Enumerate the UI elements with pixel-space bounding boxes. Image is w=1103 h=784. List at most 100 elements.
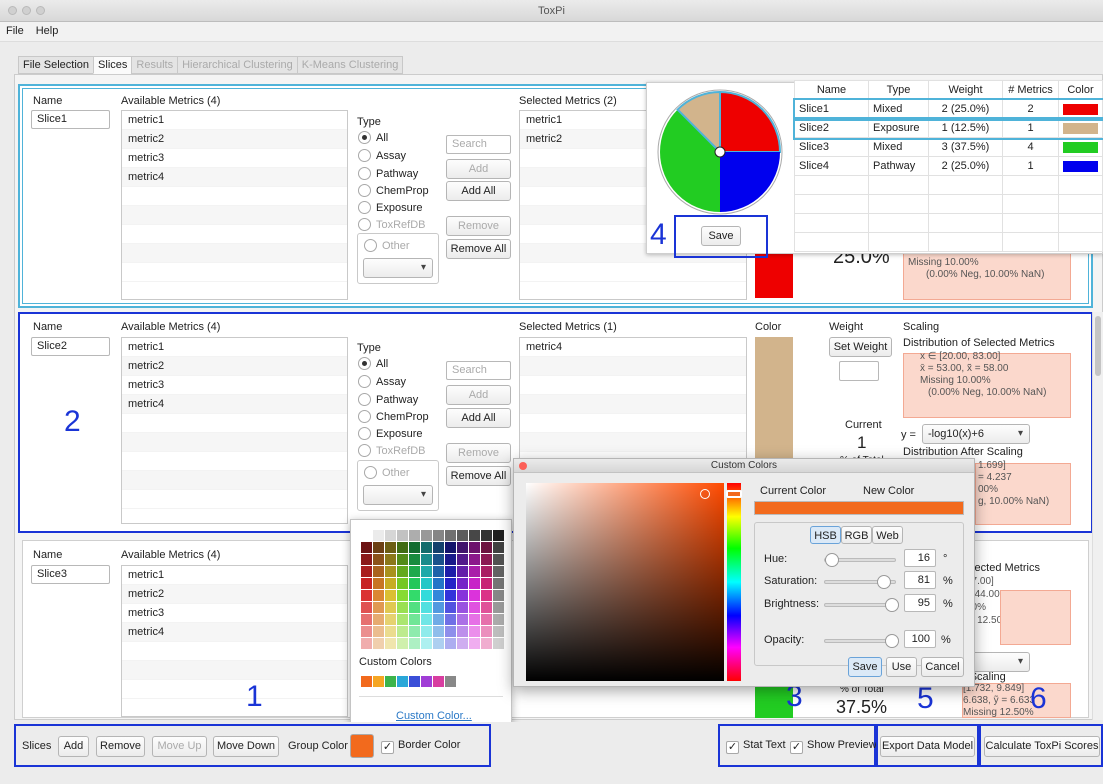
- list-item[interactable]: metric2: [122, 585, 347, 604]
- saturation-brightness-area[interactable]: [526, 483, 724, 681]
- custom-color-link[interactable]: Custom Color...: [396, 710, 472, 722]
- palette-swatch[interactable]: [433, 566, 444, 577]
- palette-swatch[interactable]: [361, 614, 372, 625]
- slice2-set-weight-button[interactable]: Set Weight: [829, 337, 892, 357]
- slice1-other-select[interactable]: [363, 258, 433, 278]
- palette-swatch[interactable]: [361, 542, 372, 553]
- palette-swatch[interactable]: [445, 530, 456, 541]
- color-picker-cursor[interactable]: [700, 489, 710, 499]
- palette-swatch[interactable]: [481, 614, 492, 625]
- slice2-remove-button[interactable]: Remove: [446, 443, 511, 463]
- slice2-add-button[interactable]: Add: [446, 385, 511, 405]
- palette-swatch[interactable]: [361, 590, 372, 601]
- palette-swatch[interactable]: [469, 602, 480, 613]
- palette-swatch[interactable]: [433, 590, 444, 601]
- col-name[interactable]: Name: [794, 80, 869, 100]
- list-item[interactable]: metric1: [122, 111, 347, 130]
- slice1-type-other-radio[interactable]: Other: [364, 239, 410, 252]
- palette-swatch[interactable]: [361, 566, 372, 577]
- stat-text-checkbox[interactable]: ✓ Stat Text: [726, 739, 786, 754]
- palette-swatch[interactable]: [469, 590, 480, 601]
- palette-swatch[interactable]: [373, 530, 384, 541]
- vertical-scrollbar[interactable]: [1092, 312, 1103, 720]
- palette-swatch[interactable]: [421, 590, 432, 601]
- palette-swatch[interactable]: [481, 626, 492, 637]
- palette-swatch[interactable]: [433, 626, 444, 637]
- table-row[interactable]: Slice4 Pathway 2 (25.0%) 1: [794, 156, 1103, 176]
- menu-file[interactable]: File: [0, 22, 30, 40]
- palette-swatch[interactable]: [385, 542, 396, 553]
- palette-swatch[interactable]: [481, 566, 492, 577]
- color-palette-grid[interactable]: [361, 530, 504, 649]
- tab-file-selection[interactable]: File Selection: [18, 56, 95, 74]
- move-down-button[interactable]: Move Down: [213, 736, 279, 757]
- palette-swatch[interactable]: [433, 554, 444, 565]
- palette-swatch[interactable]: [433, 614, 444, 625]
- palette-swatch[interactable]: [385, 590, 396, 601]
- palette-swatch[interactable]: [409, 578, 420, 589]
- slice1-add-button[interactable]: Add: [446, 159, 511, 179]
- palette-swatch[interactable]: [421, 614, 432, 625]
- palette-swatch[interactable]: [361, 578, 372, 589]
- palette-swatch[interactable]: [445, 578, 456, 589]
- slice2-type-other-radio[interactable]: Other: [364, 466, 410, 479]
- palette-swatch[interactable]: [469, 626, 480, 637]
- palette-swatch[interactable]: [493, 638, 504, 649]
- move-up-button[interactable]: Move Up: [152, 736, 207, 757]
- palette-swatch[interactable]: [481, 530, 492, 541]
- palette-swatch[interactable]: [481, 638, 492, 649]
- list-item[interactable]: metric3: [122, 376, 347, 395]
- palette-swatch[interactable]: [373, 566, 384, 577]
- table-row[interactable]: Slice2 Exposure 1 (12.5%) 1: [792, 116, 1103, 140]
- palette-swatch[interactable]: [457, 530, 468, 541]
- palette-swatch[interactable]: [373, 542, 384, 553]
- palette-swatch[interactable]: [385, 554, 396, 565]
- palette-swatch[interactable]: [457, 566, 468, 577]
- palette-swatch[interactable]: [361, 554, 372, 565]
- tab-kmeans-clustering[interactable]: K-Means Clustering: [296, 56, 404, 74]
- opacity-input[interactable]: 100: [904, 630, 936, 648]
- slice3-name-field[interactable]: Slice3: [31, 565, 110, 584]
- slice2-add-all-button[interactable]: Add All: [446, 408, 511, 428]
- group-color-swatch[interactable]: [350, 734, 374, 758]
- palette-swatch[interactable]: [445, 542, 456, 553]
- list-item[interactable]: metric1: [122, 566, 347, 585]
- slice1-name-field[interactable]: Slice1: [31, 110, 110, 129]
- palette-swatch[interactable]: [421, 542, 432, 553]
- hue-control-slider[interactable]: [824, 553, 896, 567]
- palette-swatch[interactable]: [457, 614, 468, 625]
- palette-swatch[interactable]: [397, 626, 408, 637]
- palette-swatch[interactable]: [445, 638, 456, 649]
- palette-swatch[interactable]: [433, 578, 444, 589]
- palette-swatch[interactable]: [409, 602, 420, 613]
- list-item[interactable]: metric2: [122, 357, 347, 376]
- palette-swatch[interactable]: [385, 566, 396, 577]
- palette-swatch[interactable]: [433, 542, 444, 553]
- palette-swatch[interactable]: [397, 614, 408, 625]
- col-type[interactable]: Type: [868, 80, 929, 100]
- palette-swatch[interactable]: [493, 554, 504, 565]
- slice1-type-toxrefdb-radio[interactable]: ToxRefDB: [358, 218, 426, 231]
- slice1-available-list[interactable]: metric1 metric2 metric3 metric4: [121, 110, 348, 300]
- slice1-add-all-button[interactable]: Add All: [446, 181, 511, 201]
- palette-swatch[interactable]: [421, 638, 432, 649]
- tab-results[interactable]: Results: [131, 56, 179, 74]
- palette-swatch[interactable]: [385, 626, 396, 637]
- palette-swatch[interactable]: [457, 554, 468, 565]
- palette-swatch[interactable]: [421, 626, 432, 637]
- tab-hierarchical-clustering[interactable]: Hierarchical Clustering: [177, 56, 298, 74]
- hue-slider[interactable]: [726, 483, 742, 681]
- slice2-type-chemprop-radio[interactable]: ChemProp: [358, 410, 429, 423]
- saturation-slider[interactable]: [824, 575, 896, 589]
- palette-swatch[interactable]: [493, 530, 504, 541]
- slice2-type-assay-radio[interactable]: Assay: [358, 375, 406, 388]
- slice1-type-pathway-radio[interactable]: Pathway: [358, 167, 418, 180]
- add-slice-button[interactable]: Add: [58, 736, 89, 757]
- palette-swatch[interactable]: [457, 578, 468, 589]
- border-color-checkbox[interactable]: ✓ Border Color: [381, 739, 460, 754]
- palette-swatch[interactable]: [481, 602, 492, 613]
- custom-colors-row[interactable]: [361, 676, 505, 690]
- palette-swatch[interactable]: [373, 554, 384, 565]
- palette-swatch[interactable]: [493, 590, 504, 601]
- dialog-close-icon[interactable]: [519, 462, 527, 470]
